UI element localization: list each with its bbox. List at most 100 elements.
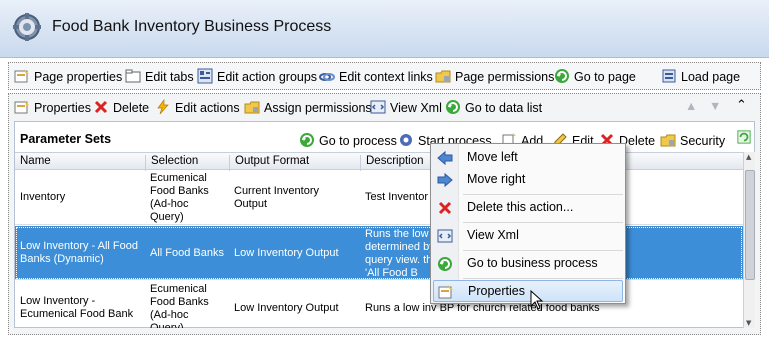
go-icon bbox=[446, 100, 460, 114]
edit-tabs-label: Edit tabs bbox=[145, 70, 194, 84]
data-list-panel: Properties Delete Edit actions Assign pe… bbox=[8, 93, 761, 335]
arrow-right-icon bbox=[437, 172, 453, 188]
menu-separator bbox=[463, 194, 623, 195]
gear-icon bbox=[400, 134, 412, 146]
column-header-output-format[interactable]: Output Format bbox=[229, 155, 309, 171]
delete-button[interactable]: Delete bbox=[93, 99, 149, 115]
page-permissions-label: Page permissions bbox=[455, 70, 555, 84]
edit-actions-label: Edit actions bbox=[175, 101, 240, 115]
menu-item-properties[interactable]: Properties bbox=[433, 280, 623, 302]
menu-separator bbox=[463, 222, 623, 223]
cell-name: Low Inventory - Ecumenical Food Bank bbox=[20, 295, 134, 320]
delete-icon bbox=[438, 201, 452, 215]
load-page-button[interactable]: Load page bbox=[661, 68, 740, 84]
cell-selection: Ecumenical Food Banks (Ad-hoc Query) bbox=[150, 172, 209, 223]
go-icon bbox=[300, 133, 314, 147]
mouse-cursor-icon bbox=[530, 290, 544, 310]
permissions-icon bbox=[244, 101, 260, 114]
scroll-down-icon[interactable]: ▼ bbox=[746, 319, 751, 327]
tabs-icon bbox=[125, 69, 141, 83]
security-label: Security bbox=[680, 134, 726, 148]
arrow-left-icon bbox=[437, 150, 453, 166]
menu-item-move-right[interactable]: Move right bbox=[433, 169, 623, 191]
view-xml-label: View Xml bbox=[390, 101, 442, 115]
page-toolbar: Page properties Edit tabs Edit action gr… bbox=[8, 62, 761, 90]
move-down-icon[interactable]: ▼ bbox=[709, 99, 721, 113]
go-to-page-label: Go to page bbox=[574, 70, 636, 84]
refresh-icon[interactable] bbox=[737, 130, 751, 147]
menu-item-label: Go to business process bbox=[467, 256, 598, 270]
page-properties-icon bbox=[14, 69, 29, 83]
edit-context-links-button[interactable]: Edit context links bbox=[319, 68, 433, 84]
menu-item-label: Move left bbox=[467, 150, 518, 164]
go-to-data-list-button[interactable]: Go to data list bbox=[445, 99, 542, 115]
properties-icon bbox=[14, 100, 29, 114]
edit-tabs-button[interactable]: Edit tabs bbox=[125, 68, 194, 84]
load-page-label: Load page bbox=[681, 70, 741, 84]
gear-icon bbox=[13, 13, 41, 41]
page-title: Food Bank Inventory Business Process bbox=[52, 18, 332, 35]
view-xml-button[interactable]: View Xml bbox=[370, 99, 442, 115]
column-header-selection[interactable]: Selection bbox=[145, 155, 198, 171]
menu-item-delete-action[interactable]: Delete this action... bbox=[433, 197, 623, 219]
properties-button[interactable]: Properties bbox=[14, 99, 91, 115]
delete-icon bbox=[94, 100, 108, 114]
page-permissions-button[interactable]: Page permissions bbox=[435, 68, 554, 84]
xml-icon bbox=[437, 229, 453, 243]
go-to-process-button[interactable]: Go to process bbox=[299, 132, 397, 148]
table-row[interactable]: Low Inventory - Ecumenical Food Bank Ecu… bbox=[15, 281, 743, 328]
move-up-icon[interactable]: ▲ bbox=[685, 99, 697, 113]
menu-item-label: Move right bbox=[467, 172, 526, 186]
scroll-up-icon[interactable]: ▲ bbox=[746, 153, 751, 161]
cell-output-format: Low Inventory Output bbox=[234, 247, 339, 259]
menu-item-go-to-business-process[interactable]: Go to business process bbox=[433, 253, 623, 275]
action-groups-icon bbox=[197, 68, 213, 84]
permissions-icon bbox=[435, 70, 451, 83]
section-title: Parameter Sets bbox=[20, 132, 112, 146]
cell-selection: Ecumenical Food Banks (Ad-hoc Query) bbox=[150, 283, 209, 328]
cell-output-format: Current Inventory Output bbox=[234, 185, 319, 210]
xml-icon bbox=[370, 100, 386, 114]
delete-label: Delete bbox=[113, 101, 150, 115]
go-to-process-label: Go to process bbox=[319, 134, 397, 148]
grid-header: Name Selection Output Format Description bbox=[15, 152, 743, 171]
column-header-name[interactable]: Name bbox=[15, 155, 51, 171]
link-icon bbox=[319, 73, 335, 81]
table-row[interactable]: Inventory Ecumenical Food Banks (Ad-hoc … bbox=[15, 170, 743, 225]
menu-item-move-left[interactable]: Move left bbox=[433, 147, 623, 169]
load-page-icon bbox=[662, 69, 676, 83]
assign-permissions-button[interactable]: Assign permissions bbox=[244, 99, 372, 115]
vertical-scrollbar[interactable]: ▲ ▼ bbox=[743, 152, 755, 328]
parameter-sets-grid: Name Selection Output Format Description… bbox=[15, 152, 743, 328]
properties-icon bbox=[438, 285, 453, 299]
menu-item-label: View Xml bbox=[467, 228, 519, 242]
menu-separator bbox=[463, 250, 623, 251]
page-properties-button[interactable]: Page properties bbox=[14, 68, 122, 84]
edit-context-links-label: Edit context links bbox=[339, 70, 433, 84]
context-menu: Move left Move right Delete this action.… bbox=[430, 143, 626, 304]
cell-name: Low Inventory - All Food Banks (Dynamic) bbox=[20, 240, 139, 265]
table-row-selected[interactable]: Low Inventory - All Food Banks (Dynamic)… bbox=[15, 226, 743, 280]
edit-action-groups-button[interactable]: Edit action groups bbox=[197, 68, 317, 84]
menu-item-label: Delete this action... bbox=[467, 200, 574, 214]
cell-name: Inventory bbox=[20, 191, 66, 203]
collapse-icon[interactable]: ⌃ bbox=[736, 97, 747, 113]
column-header-description[interactable]: Description bbox=[360, 155, 424, 171]
cell-output-format: Low Inventory Output bbox=[234, 302, 339, 314]
title-bar: Food Bank Inventory Business Process bbox=[0, 0, 769, 58]
menu-item-view-xml[interactable]: View Xml bbox=[433, 225, 623, 247]
security-button[interactable]: Security bbox=[660, 132, 725, 148]
go-icon bbox=[438, 257, 452, 271]
scrollbar-thumb[interactable] bbox=[745, 170, 755, 280]
page-properties-label: Page properties bbox=[34, 70, 123, 84]
edit-action-groups-label: Edit action groups bbox=[217, 70, 318, 84]
security-icon bbox=[660, 134, 676, 147]
menu-item-label: Properties bbox=[468, 284, 525, 298]
edit-actions-button[interactable]: Edit actions bbox=[155, 99, 240, 115]
go-to-page-button[interactable]: Go to page bbox=[554, 68, 636, 84]
go-icon bbox=[555, 69, 569, 83]
go-to-data-list-label: Go to data list bbox=[465, 101, 543, 115]
cell-selection: All Food Banks bbox=[150, 247, 224, 259]
properties-label: Properties bbox=[34, 101, 91, 115]
parameter-sets-section: Parameter Sets Go to process Start proce… bbox=[14, 121, 755, 328]
